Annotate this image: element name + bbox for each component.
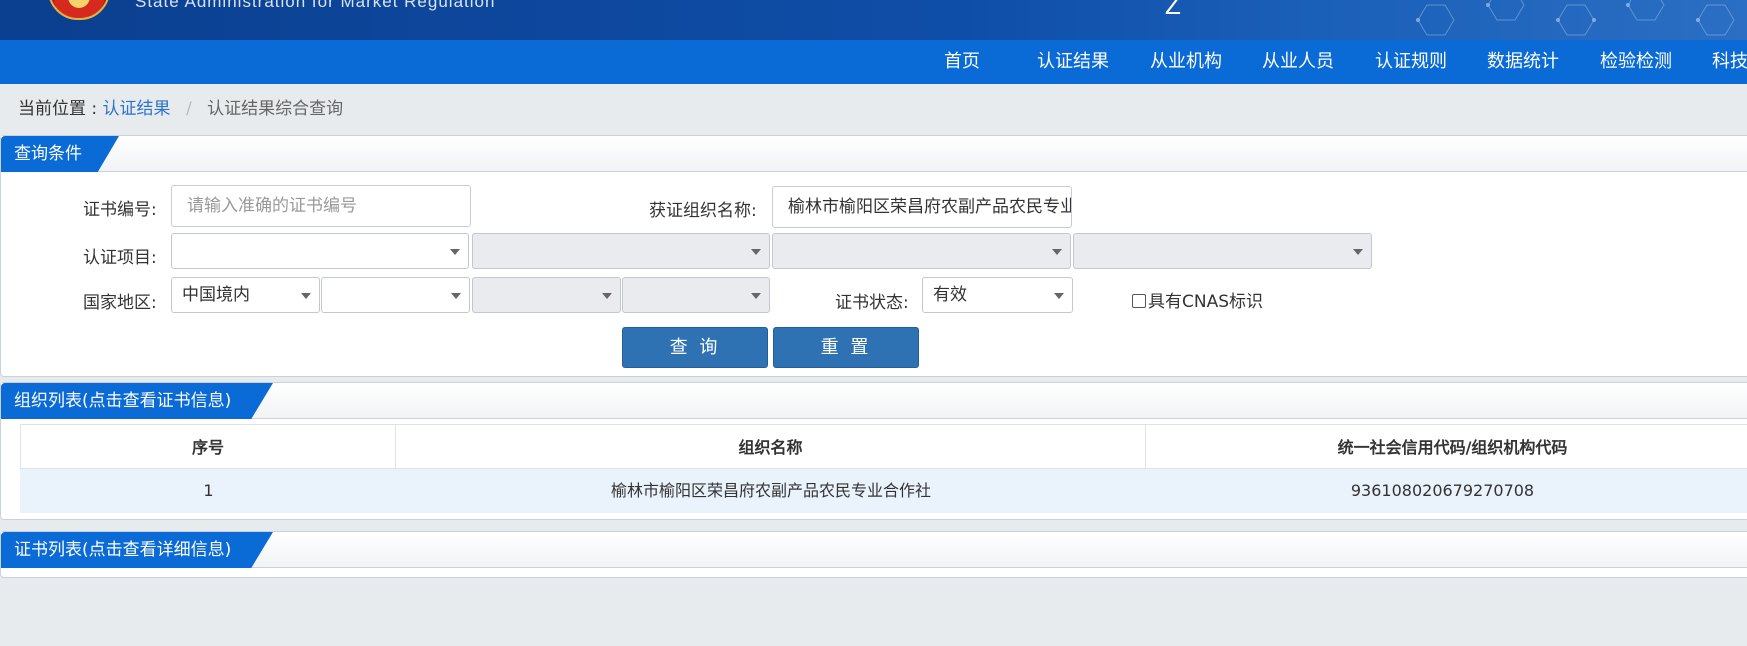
chevron-down-icon: [1054, 293, 1064, 299]
breadcrumb-separator: /: [185, 99, 192, 119]
nav-item-cert-rules[interactable]: 认证规则: [1375, 40, 1447, 84]
breadcrumb: 当前位置 : 认证结果 / 认证结果综合查询: [18, 94, 343, 119]
agency-english-name: State Administration for Market Regulati…: [135, 0, 496, 11]
cnas-label: 具有CNAS标识: [1148, 292, 1264, 312]
nav-item-home[interactable]: 首页: [944, 40, 980, 84]
column-header-credit-code: 统一社会信用代码/组织机构代码: [1145, 424, 1747, 469]
project-select-2[interactable]: [472, 233, 770, 269]
region-select-4[interactable]: [622, 277, 770, 313]
nav-item-tech[interactable]: 科技: [1712, 40, 1747, 84]
org-name-input[interactable]: 榆林市榆阳区荣昌府农副产品农民专业合作社: [772, 186, 1072, 228]
region-select-2[interactable]: [321, 277, 470, 313]
chevron-down-icon: [301, 293, 311, 299]
region-label: 国家地区:: [83, 293, 157, 313]
banner-glyph: Z: [1165, 0, 1181, 20]
hexagon-pattern-icon: [1416, 0, 1735, 36]
nav-item-statistics[interactable]: 数据统计: [1487, 40, 1559, 84]
top-banner: State Administration for Market Regulati…: [0, 0, 1747, 40]
cert-list-panel-header: 证书列表(点击查看详细信息): [1, 532, 1747, 568]
region-select-3[interactable]: [472, 277, 621, 313]
cert-no-label: 证书编号:: [83, 200, 157, 220]
query-panel-header: 查询条件: [1, 136, 1747, 172]
chevron-down-icon: [450, 249, 460, 255]
nav-item-practitioners[interactable]: 从业人员: [1262, 40, 1334, 84]
table-cell-credit-code: 93610802067927070​8: [1145, 469, 1739, 513]
cnas-checkbox[interactable]: [1132, 294, 1146, 308]
project-select-1[interactable]: [171, 233, 469, 269]
org-table: 序号 组织名称 统一社会信用代码/组织机构代码 1 榆林市榆阳区荣昌府农副产品农…: [20, 424, 1747, 514]
chevron-down-icon: [751, 293, 761, 299]
org-list-panel-header: 组织列表(点击查看证书信息): [1, 383, 1747, 419]
project-label: 认证项目:: [83, 248, 157, 268]
status-label: 证书状态:: [835, 293, 909, 313]
org-name-label: 获证组织名称:: [649, 201, 757, 221]
project-select-4[interactable]: [1073, 233, 1372, 269]
status-select-value: 有效: [933, 285, 967, 305]
chevron-down-icon: [1353, 249, 1363, 255]
cert-list-panel-title: 证书列表(点击查看详细信息): [1, 532, 273, 568]
chevron-down-icon: [1052, 249, 1062, 255]
breadcrumb-current: 认证结果综合查询: [207, 99, 344, 119]
national-emblem-icon: [48, 0, 110, 20]
region-select-1[interactable]: 中国境内: [171, 277, 320, 313]
chevron-down-icon: [602, 293, 612, 299]
breadcrumb-link[interactable]: 认证结果: [103, 99, 171, 119]
cnas-checkbox-row: 具有CNAS标识: [1132, 287, 1263, 312]
nav-item-cert-results[interactable]: 认证结果: [1037, 40, 1109, 84]
chevron-down-icon: [751, 249, 761, 255]
cert-list-panel: 证书列表(点击查看详细信息): [0, 531, 1747, 578]
column-header-index: 序号: [20, 424, 396, 469]
nav-item-inspection[interactable]: 检验检测: [1600, 40, 1672, 84]
breadcrumb-prefix: 当前位置 :: [18, 99, 98, 119]
column-header-org-name: 组织名称: [395, 424, 1146, 469]
chevron-down-icon: [451, 293, 461, 299]
reset-button[interactable]: 重 置: [773, 327, 919, 368]
status-select[interactable]: 有效: [922, 277, 1073, 313]
main-nav: 首页 认证结果 从业机构 从业人员 认证规则 数据统计 检验检测 科技: [0, 40, 1747, 84]
search-button[interactable]: 查 询: [622, 327, 768, 368]
table-cell-org-name[interactable]: 榆林市榆阳区荣昌府农副产品农民专业合作社: [395, 469, 1146, 513]
table-cell-index: 1: [20, 469, 396, 513]
query-panel-title: 查询条件: [1, 136, 119, 172]
region-select-1-value: 中国境内: [182, 285, 250, 305]
cert-no-input[interactable]: 请输入准确的证书编号: [171, 185, 471, 227]
table-row[interactable]: 1 榆林市榆阳区荣昌府农副产品农民专业合作社 93610802067927070…: [20, 469, 1747, 513]
project-select-3[interactable]: [772, 233, 1071, 269]
org-list-panel-title: 组织列表(点击查看证书信息): [1, 383, 273, 419]
nav-item-institutions[interactable]: 从业机构: [1150, 40, 1222, 84]
